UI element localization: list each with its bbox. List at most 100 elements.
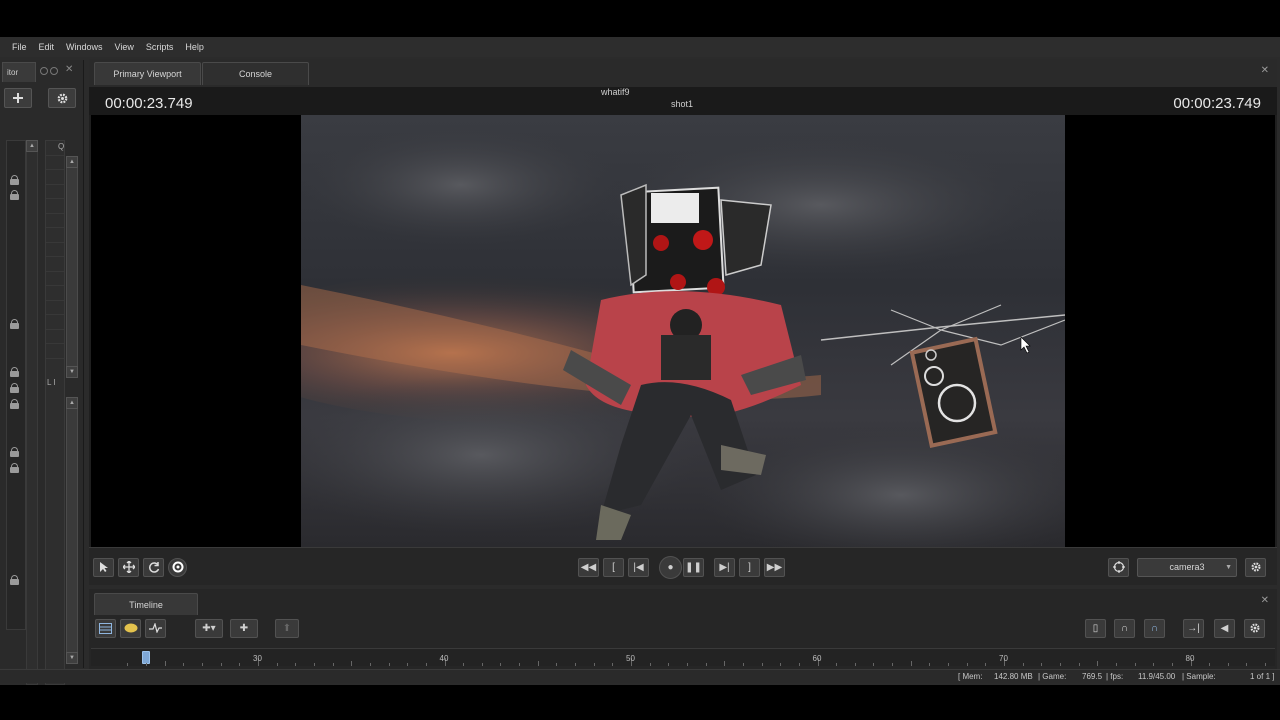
pause-icon[interactable]: ❚❚ [683,558,704,577]
ruler-tick [1209,663,1211,666]
left-dock: itor ✕ ▲ Q ▲ ▼ ▲ ▼ L I [0,60,84,685]
gear-icon [57,93,67,104]
lock-icon[interactable] [10,399,19,409]
ruler-label: 60 [812,654,822,663]
add-button[interactable] [4,88,32,108]
left-scrollbar[interactable]: ▲ [26,140,38,685]
ruler-tick [985,663,987,666]
menu-edit[interactable]: Edit [33,42,61,52]
speaker-icon[interactable]: ◀ [1214,619,1235,638]
ruler-tick [500,663,502,666]
sample-label: | Sample: [1182,672,1216,681]
ruler-tick [1078,663,1080,666]
ruler-tick [1115,663,1117,666]
menu-windows[interactable]: Windows [60,42,109,52]
tree-scrollbar[interactable]: ▲ ▼ [66,156,78,378]
timecode-left: 00:00:23.749 [105,95,193,112]
gear-icon [1251,562,1260,572]
step-forward-icon[interactable]: ▶| [714,558,735,577]
magnet-icon[interactable]: ∩ [1114,619,1135,638]
mark-out-icon[interactable]: ] [739,558,760,577]
ruler-tick [1059,663,1061,666]
chevron-down-icon: ▼ [1225,564,1232,571]
mark-in-icon[interactable]: [ [603,558,624,577]
close-icon[interactable]: ✕ [1261,595,1269,606]
channel-scrollbar[interactable]: ▲ ▼ [66,397,78,664]
ruler-tick [463,663,465,666]
ruler-tick [1265,663,1267,666]
ruler-tick [313,663,315,666]
camera-select[interactable]: camera3 ▼ [1137,558,1237,577]
rewind-icon[interactable]: ◀◀ [578,558,599,577]
tab-primary-viewport[interactable]: Primary Viewport [94,62,201,85]
jump-to-end-icon[interactable]: →| [1183,619,1204,638]
lock-icon[interactable] [10,319,19,329]
ruler-tick [369,663,371,666]
ruler-tick [873,663,875,666]
motion-editor-icon[interactable] [120,619,141,638]
scroll-up-icon[interactable]: ▲ [26,140,38,152]
clip-editor-icon[interactable] [95,619,116,638]
ruler-tick [929,663,931,666]
timeline-ruler[interactable]: 30 40 50 60 70 80 [91,648,1275,666]
select-arrow-icon[interactable] [93,558,114,577]
mem-label: [ Mem: [958,672,983,681]
close-icon[interactable]: ✕ [1261,65,1269,76]
ruler-tick [686,663,688,666]
ruler-tick [220,663,222,666]
menu-help[interactable]: Help [179,42,210,52]
ruler-tick [1041,663,1043,666]
ruler-tick [1097,661,1099,666]
lock-icon[interactable] [10,447,19,457]
lock-icon[interactable] [10,190,19,200]
ruler-tick [668,663,670,666]
rotate-icon[interactable] [143,558,164,577]
left-dock-tab[interactable]: itor [2,62,36,82]
crosshair-icon[interactable] [1108,558,1129,577]
viewport-settings-button[interactable] [1245,558,1266,577]
step-back-icon[interactable]: |◀ [628,558,649,577]
snap-icon[interactable]: ∩ [1144,619,1165,638]
lock-icon[interactable] [10,367,19,377]
dock-float-icon[interactable] [40,67,48,75]
close-icon[interactable]: ✕ [65,64,73,75]
fast-forward-icon[interactable]: ▶▶ [764,558,785,577]
up-arrow-icon[interactable]: ⬆ [275,619,299,638]
ruler-label: 30 [253,654,262,663]
filter-icon[interactable]: Q [58,142,64,151]
ruler-label: 40 [439,654,449,663]
bookmark-icon[interactable]: ▯ [1085,619,1106,638]
fps-label: | fps: [1106,672,1124,681]
menu-scripts[interactable]: Scripts [140,42,180,52]
record-icon[interactable]: ● [659,556,682,579]
fps-value: 11.9/45.00 [1138,672,1176,681]
scroll-down-icon[interactable]: ▼ [66,366,78,378]
dock-pin-icon[interactable] [50,67,58,75]
move-icon[interactable] [118,558,139,577]
menu-view[interactable]: View [109,42,140,52]
add-button[interactable]: ✚ [230,619,258,638]
tab-timeline[interactable]: Timeline [94,593,198,615]
graph-editor-icon[interactable] [145,619,166,638]
lock-icon[interactable] [10,575,19,585]
orbit-icon[interactable] [168,558,187,577]
lock-icon[interactable] [10,175,19,185]
settings-button[interactable] [48,88,76,108]
timeline-settings-button[interactable] [1244,619,1265,638]
viewport-canvas[interactable] [91,115,1275,547]
ruler-tick [649,663,651,666]
lock-icon[interactable] [10,463,19,473]
scroll-down-icon[interactable]: ▼ [66,652,78,664]
scene-render[interactable] [301,115,1065,547]
ruler-tick [1022,663,1024,666]
scroll-up-icon[interactable]: ▲ [66,156,78,168]
add-track-button[interactable]: ✚▾ [195,619,223,638]
ruler-tick [1246,663,1248,666]
ruler-tick [724,661,726,666]
ruler-tick [892,663,894,666]
tab-console[interactable]: Console [202,62,309,85]
scroll-up-icon[interactable]: ▲ [66,397,78,409]
ruler-tick [164,661,166,666]
menu-file[interactable]: File [6,42,33,52]
lock-icon[interactable] [10,383,19,393]
